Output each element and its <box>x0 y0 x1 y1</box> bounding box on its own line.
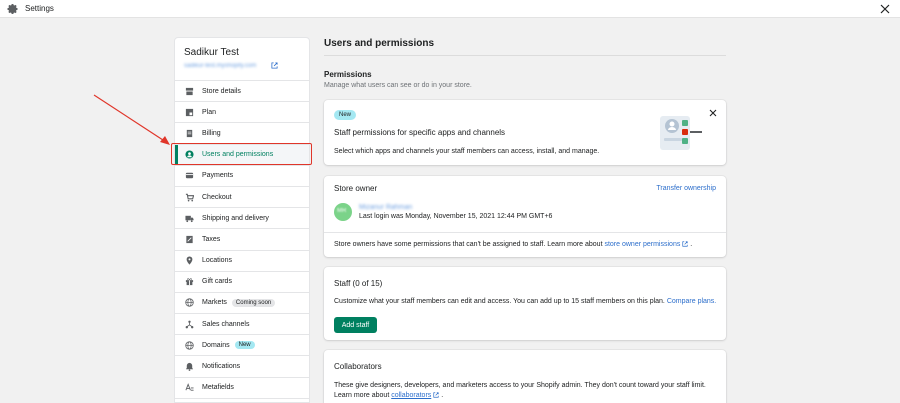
store-owner-note: Store owners have some permissions that … <box>334 241 692 248</box>
staff-heading: Staff (0 of 15) <box>334 279 383 288</box>
avatar: MR <box>334 203 352 221</box>
page-title: Users and permissions <box>324 38 435 49</box>
metafields-icon <box>185 383 194 392</box>
sidebar-item-label: Billing <box>202 129 221 137</box>
window-title: Settings <box>25 4 54 13</box>
compare-plans-link[interactable]: Compare plans. <box>667 298 716 305</box>
promo-title: Staff permissions for specific apps and … <box>334 128 506 137</box>
sidebar-item-plan[interactable]: Plan <box>175 102 309 124</box>
divider <box>324 55 726 56</box>
sidebar-item-taxes[interactable]: Taxes <box>175 229 309 251</box>
sidebar-item-label: Locations <box>202 257 232 265</box>
collaborators-description: These give designers, developers, and ma… <box>334 381 719 401</box>
divider <box>324 232 726 233</box>
sidebar-item-label: Gift cards <box>202 278 232 286</box>
note-text: Store owners have some permissions that … <box>334 241 605 248</box>
bell-icon <box>185 362 194 371</box>
sidebar-item-markets[interactable]: Markets Coming soon <box>175 293 309 315</box>
sidebar-item-label: Domains <box>202 341 230 349</box>
channels-icon <box>185 320 194 329</box>
avatar-initials: MR <box>337 208 347 214</box>
cart-icon <box>185 193 194 202</box>
sidebar-item-billing[interactable]: Billing <box>175 123 309 145</box>
store-icon <box>185 87 194 96</box>
sidebar-item-label: Shipping and delivery <box>202 214 269 222</box>
globe-icon <box>185 298 194 308</box>
billing-icon <box>185 129 194 138</box>
sidebar-item-checkout[interactable]: Checkout <box>175 187 309 209</box>
new-badge: New <box>334 110 357 120</box>
sidebar-item-metafields[interactable]: Metafields <box>175 378 309 399</box>
taxes-icon <box>185 235 194 244</box>
sidebar-item-shipping-and-delivery[interactable]: Shipping and delivery <box>175 208 309 230</box>
new-badge: New <box>234 341 255 350</box>
external-link-icon[interactable] <box>271 62 278 69</box>
annotation-highlight-box <box>171 143 312 165</box>
collaborators-link[interactable]: collaborators <box>391 392 431 399</box>
sidebar-item-gift-cards[interactable]: Gift cards <box>175 272 309 293</box>
sidebar-item-store-details[interactable]: Store details <box>175 81 309 103</box>
sidebar-item-domains[interactable]: Domains New <box>175 335 309 357</box>
collaborators-card: Collaborators These give designers, deve… <box>324 350 726 403</box>
settings-sidebar: Sadikur Test sadikur-test.myshopify.com … <box>174 37 310 403</box>
sidebar-item-payments[interactable]: Payments <box>175 166 309 187</box>
permissions-heading: Permissions <box>324 70 372 79</box>
gear-icon <box>7 4 18 15</box>
coming-soon-badge: Coming soon <box>231 298 276 307</box>
staff-permissions-promo-card: New Staff permissions for specific apps … <box>324 100 726 165</box>
collaborators-suffix: . <box>441 392 444 399</box>
promo-description: Select which apps and channels your staf… <box>334 148 600 155</box>
collaborators-heading: Collaborators <box>334 362 382 371</box>
store-owner-heading: Store owner <box>334 184 378 193</box>
permissions-illustration-icon <box>660 116 702 150</box>
collaborators-description-text: These give designers, developers, and ma… <box>334 382 706 399</box>
close-icon[interactable] <box>708 108 718 118</box>
external-link-icon[interactable] <box>433 392 439 398</box>
store-owner-card: Store owner Transfer ownership MR Mizanu… <box>324 176 726 257</box>
transfer-ownership-link[interactable]: Transfer ownership <box>656 185 716 192</box>
sidebar-item-label: Checkout <box>202 193 232 201</box>
sidebar-item-label: Metafields <box>202 384 234 392</box>
plan-icon <box>185 108 194 117</box>
location-icon <box>185 256 194 265</box>
gift-icon <box>185 277 194 286</box>
settings-nav: Store details Plan Billing Users and per… <box>175 80 309 399</box>
sidebar-item-label: Payments <box>202 172 234 180</box>
sidebar-item-label: Store details <box>202 87 241 95</box>
sidebar-item-locations[interactable]: Locations <box>175 251 309 272</box>
staff-description: Customize what your staff members can ed… <box>334 298 716 305</box>
sidebar-item-notifications[interactable]: Notifications <box>175 356 309 378</box>
staff-card: Staff (0 of 15) Customize what your staf… <box>324 267 726 340</box>
truck-icon <box>185 214 194 223</box>
sidebar-item-label: Sales channels <box>202 320 250 328</box>
note-suffix: . <box>690 241 693 248</box>
store-name: Sadikur Test <box>184 47 239 58</box>
sidebar-item-label: Plan <box>202 108 217 116</box>
external-link-icon[interactable] <box>682 241 688 247</box>
add-staff-button[interactable]: Add staff <box>334 317 377 333</box>
owner-last-login: Last login was Monday, November 15, 2021… <box>359 213 553 220</box>
owner-name-link[interactable]: Mizanur Rahman <box>359 204 412 211</box>
sidebar-item-label: Markets <box>202 299 227 307</box>
store-owner-permissions-link[interactable]: store owner permissions <box>604 241 680 248</box>
main-content: Users and permissions Permissions Manage… <box>324 0 726 403</box>
permissions-subtitle: Manage what users can see or do in your … <box>324 82 472 89</box>
store-url-link[interactable]: sadikur-test.myshopify.com <box>184 63 256 69</box>
close-icon[interactable] <box>879 3 891 15</box>
payments-icon <box>185 171 194 180</box>
globe-icon <box>185 341 194 350</box>
sidebar-item-label: Taxes <box>202 235 221 243</box>
staff-description-text: Customize what your staff members can ed… <box>334 298 667 305</box>
sidebar-item-label: Notifications <box>202 363 241 371</box>
sidebar-item-sales-channels[interactable]: Sales channels <box>175 314 309 336</box>
annotation-arrow <box>93 94 170 145</box>
